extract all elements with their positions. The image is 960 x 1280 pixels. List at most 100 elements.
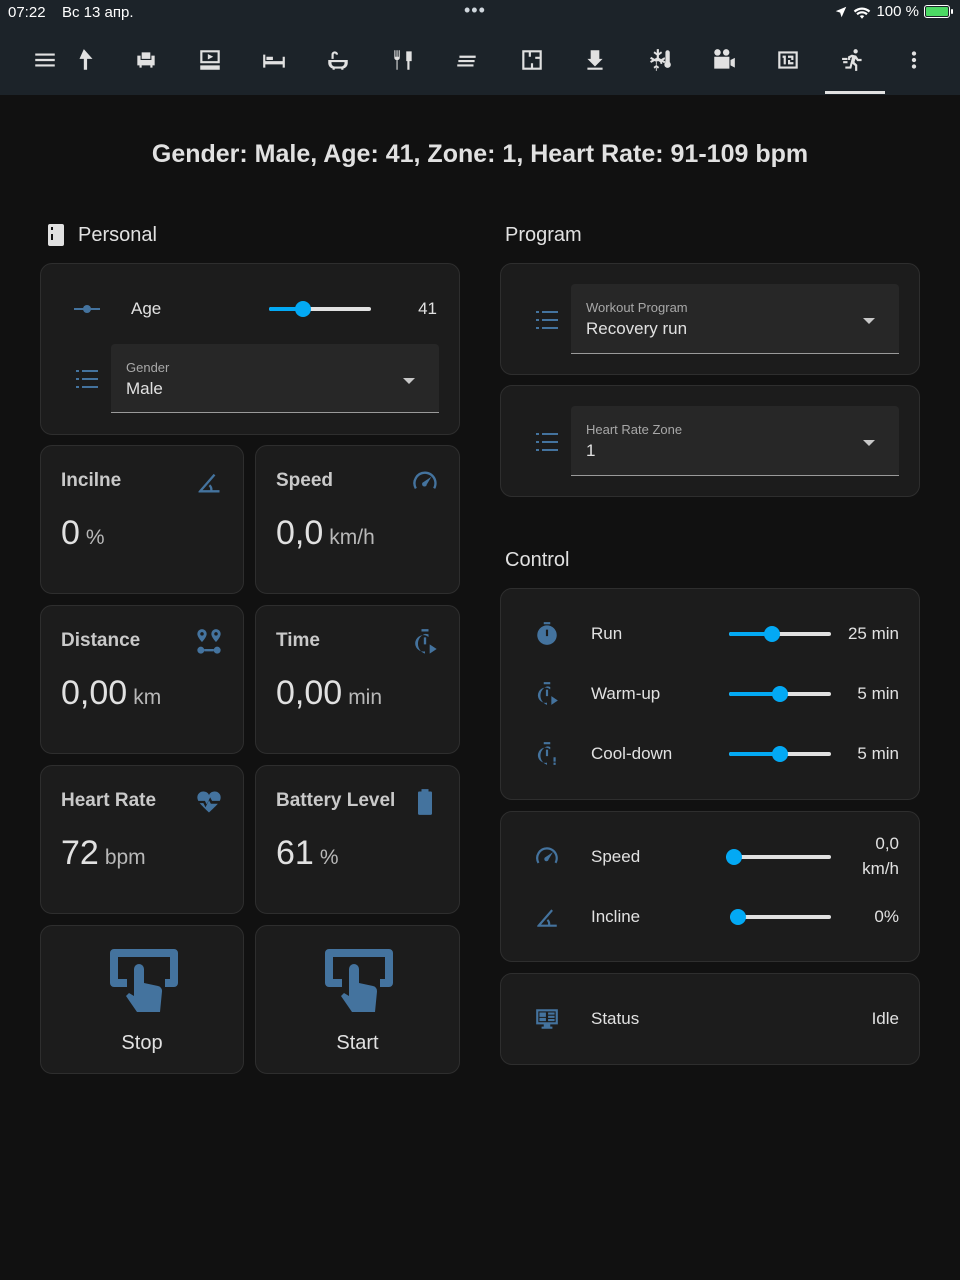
multitask-dots[interactable]: ••• <box>464 0 486 21</box>
speed-unit: km/h <box>862 859 899 878</box>
warm-up-label: Warm-up <box>591 684 661 703</box>
run-value: 25 min <box>847 624 899 643</box>
run-label: Run <box>591 624 623 643</box>
list-icon <box>534 307 560 333</box>
battery-level-tile-value: 61 <box>276 834 314 872</box>
distance-tile-name: Distance <box>61 630 141 651</box>
sofa-icon[interactable] <box>126 40 166 80</box>
status-date: Вс 13 апр. <box>62 4 134 21</box>
section-title-personal: Personal <box>78 224 157 246</box>
top-toolbar <box>0 26 960 95</box>
battery-status-icon <box>924 5 953 18</box>
personal-card: Age 41 Gender Male <box>40 263 460 435</box>
stop-button-label: Stop <box>121 1032 163 1054</box>
section-title-program: Program <box>505 224 582 246</box>
stop-button[interactable]: Stop <box>40 925 244 1074</box>
run-slider[interactable] <box>729 624 831 644</box>
workout-program-card: Workout Program Recovery run <box>500 263 920 375</box>
battery-level-tile-value-row: 61% <box>276 834 339 873</box>
heart-rate-tile-value-row: 72 bpm <box>61 834 146 873</box>
distance-tile[interactable]: Distance 0,00 km <box>40 605 244 754</box>
speed-tile-value-row: 0,0 km/h <box>276 514 375 553</box>
start-button[interactable]: Start <box>255 925 460 1074</box>
chevron-down-icon <box>863 440 875 446</box>
kitchen-icon[interactable] <box>383 40 423 80</box>
heart-rate-zone-card: Heart Rate Zone 1 <box>500 385 920 497</box>
fridge-icon <box>48 224 68 246</box>
cool-down-slider[interactable] <box>729 744 831 764</box>
incline-label: Incline <box>591 907 641 926</box>
status-card: Status Idle <box>500 973 920 1065</box>
timers-card: Run 25 min Warm-up 5 min Cool-down 5 min <box>500 588 920 800</box>
climate-icon[interactable] <box>640 40 680 80</box>
bed-icon[interactable] <box>254 40 294 80</box>
battery-level-tile[interactable]: Battery Level 61% <box>255 765 460 914</box>
active-tab-indicator <box>825 91 885 94</box>
more-icon[interactable] <box>894 40 934 80</box>
heart-rate-tile-name: Heart Rate <box>61 790 157 811</box>
battery-icon <box>411 788 439 816</box>
incline-tile[interactable]: Incilne 0% <box>40 445 244 594</box>
age-label: Age <box>131 299 162 318</box>
bathtub-icon[interactable] <box>318 40 358 80</box>
workout-program-select-label: Workout Program <box>586 300 688 315</box>
incline-slider[interactable] <box>730 907 831 927</box>
time-tile-unit: min <box>348 686 383 709</box>
speed-label: Speed <box>591 847 641 866</box>
treadmill-icon[interactable] <box>834 40 874 80</box>
start-button-label: Start <box>336 1032 379 1054</box>
time-tile-name: Time <box>276 630 321 651</box>
stairs-icon[interactable] <box>575 40 615 80</box>
status-bar: 07:22 Вс 13 апр. ••• 100 % <box>0 0 960 26</box>
status-value: Idle <box>871 1009 899 1028</box>
hallway-icon[interactable] <box>447 40 487 80</box>
heart-rate-tile-value: 72 <box>61 834 99 872</box>
heart-rate-tile-unit: bpm <box>104 846 146 869</box>
incline-value: 0% <box>874 907 899 926</box>
age-value: 41 <box>418 299 437 318</box>
counter-icon[interactable] <box>768 40 808 80</box>
incline-tile-value: 0 <box>61 514 80 552</box>
incline-tile-name: Incilne <box>61 470 122 491</box>
timer-alert-icon <box>534 741 560 767</box>
speed-tile-name: Speed <box>276 470 334 491</box>
heart-rate-zone-select-value: 1 <box>586 441 596 460</box>
cool-down-value: 5 min <box>857 744 899 763</box>
battery-level-tile-unit: % <box>319 846 339 869</box>
heart-rate-zone-select[interactable]: Heart Rate Zone 1 <box>571 406 899 476</box>
cool-down-label: Cool-down <box>591 744 673 763</box>
age-slider[interactable] <box>269 299 371 319</box>
gender-select[interactable]: Gender Male <box>111 344 439 413</box>
heart-rate-tile[interactable]: Heart Rate 72 bpm <box>40 765 244 914</box>
speed-tile-unit: km/h <box>329 526 375 549</box>
timer-icon <box>534 621 560 647</box>
floor-plan-icon[interactable] <box>512 40 552 80</box>
warm-up-slider[interactable] <box>729 684 831 704</box>
list-icon <box>74 366 100 392</box>
workout-program-select[interactable]: Workout Program Recovery run <box>571 284 899 354</box>
map-marker-distance-icon <box>195 628 223 656</box>
speed-value: 0,0 <box>875 834 899 853</box>
wifi-icon <box>854 7 871 19</box>
summary-heading: Gender: Male, Age: 41, Zone: 1, Heart Ra… <box>151 140 809 168</box>
gender-select-value: Male <box>126 379 163 398</box>
cursor-icon[interactable] <box>66 40 106 80</box>
speed-tile[interactable]: Speed 0,0 km/h <box>255 445 460 594</box>
list-icon <box>534 429 560 455</box>
menu-icon[interactable] <box>25 40 65 80</box>
distance-tile-value: 0,00 <box>61 674 128 712</box>
distance-tile-unit: km <box>133 686 162 709</box>
time-tile-value: 0,00 <box>276 674 343 712</box>
speed-incline-card: Speed 0,0 km/h Incline 0% <box>500 811 920 962</box>
camera-icon[interactable] <box>704 40 744 80</box>
location-arrow-icon <box>836 6 847 17</box>
time-tile[interactable]: Time 0,00 min <box>255 605 460 754</box>
incline-icon <box>534 904 560 930</box>
chevron-down-icon <box>863 318 875 324</box>
speed-slider[interactable] <box>726 847 831 867</box>
section-title-control: Control <box>505 549 570 571</box>
slider-horizontal-icon <box>74 296 100 322</box>
battery-percent: 100 % <box>876 3 919 20</box>
incline-tile-value-row: 0% <box>61 514 105 553</box>
home-theater-icon[interactable] <box>190 40 230 80</box>
